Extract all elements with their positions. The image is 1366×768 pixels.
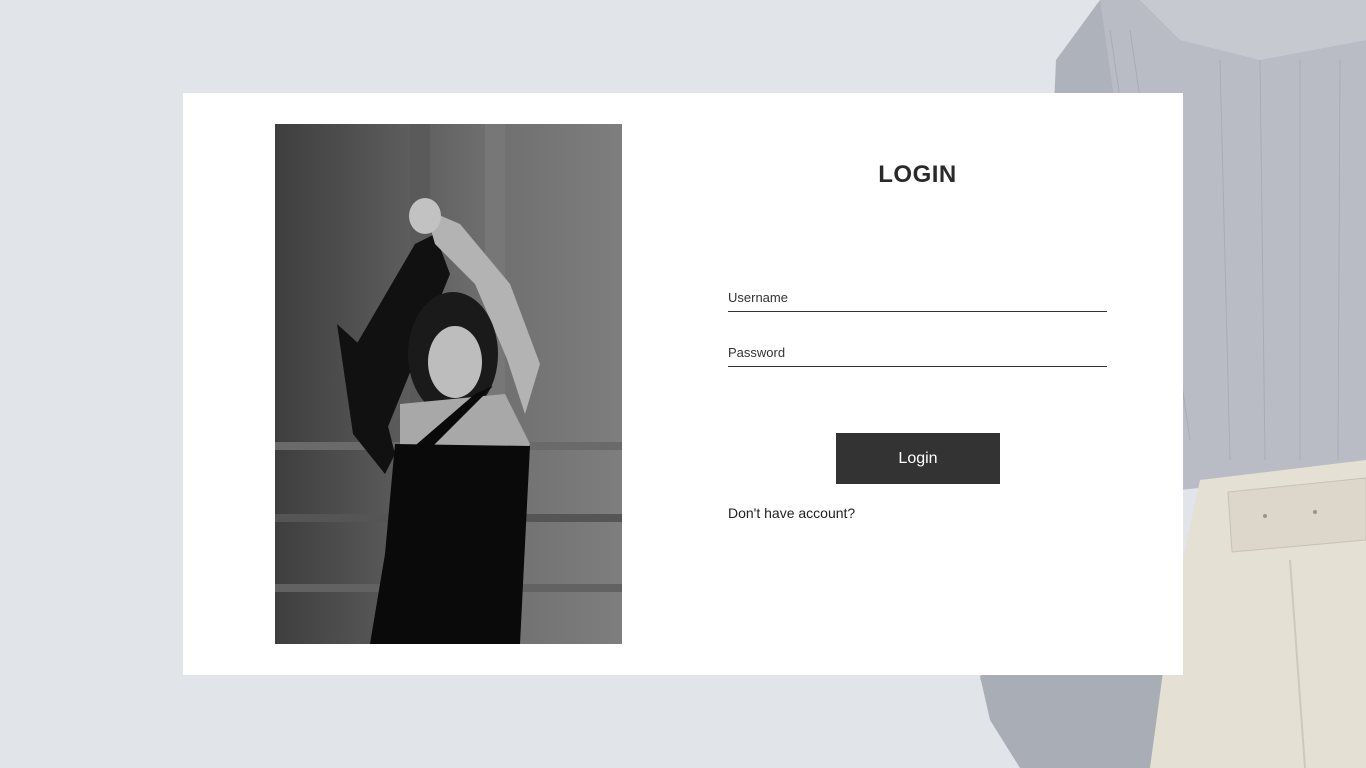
login-card: LOGIN Login Don't have account? (183, 93, 1183, 675)
model-photo (275, 124, 622, 644)
username-input[interactable] (728, 284, 1107, 312)
signup-link[interactable]: Don't have account? (728, 505, 855, 521)
login-button[interactable]: Login (836, 433, 1000, 484)
password-input[interactable] (728, 339, 1107, 367)
login-title: LOGIN (878, 161, 957, 188)
